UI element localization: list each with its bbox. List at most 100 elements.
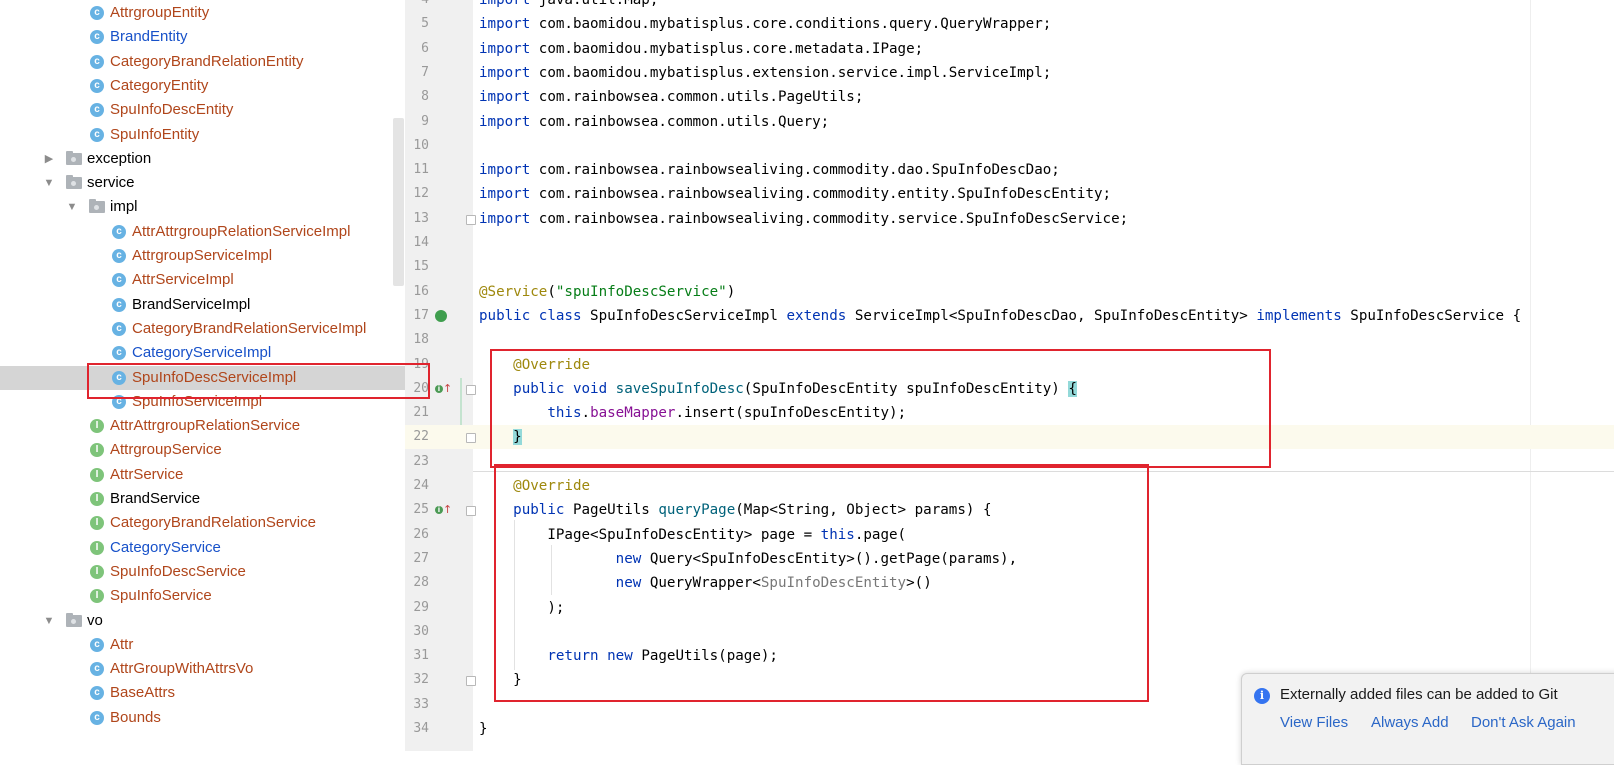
tree-item-attrservice[interactable]: I AttrService [0,463,405,487]
tree-item-spuinfoservice[interactable]: I SpuInfoService [0,584,405,608]
bean-run-icon[interactable] [435,309,447,322]
fold-marker-icon[interactable] [466,384,476,395]
code-line[interactable]: 19 @Override [405,353,1614,377]
code-line[interactable]: 30 [405,620,1614,644]
tree-item-label: BrandEntity [110,28,188,46]
code-line[interactable]: 31 return new PageUtils(page); [405,644,1614,668]
line-number: 6 [421,40,429,56]
fold-marker-icon[interactable] [466,676,476,687]
code-line[interactable]: 8 import com.rainbowsea.common.utils.Page… [405,85,1614,109]
tree-item-attrgroupentity[interactable]: c AttrgroupEntity [0,1,405,25]
code-editor[interactable]: 4 import java.util.Map; 5 import com.baomid… [405,0,1614,751]
tree-item-attr[interactable]: c Attr [0,633,405,657]
tree-item-brandentity[interactable]: c BrandEntity [0,25,405,49]
tree-item-brandservice[interactable]: I BrandService [0,487,405,511]
package-folder-icon [66,150,82,165]
code-line[interactable]: 22 } [405,425,1614,450]
implements-method-icon[interactable]: i ↑ [435,382,452,395]
tree-item-categorybrandrelationserviceimpl[interactable]: c CategoryBrandRelationServiceImpl [0,317,405,341]
tree-item-bounds[interactable]: c Bounds [0,706,405,730]
tree-item-attrattrgrouprelationservice[interactable]: I AttrAttrgroupRelationService [0,414,405,438]
tree-item-categoryentity[interactable]: c CategoryEntity [0,74,405,98]
fold-marker-icon[interactable] [466,506,476,517]
tree-item-categoryservice[interactable]: I CategoryService [0,536,405,560]
tree-item-label: SpuInfoService [110,587,212,605]
tree-item-label: Bounds [110,708,161,726]
code-line[interactable]: 5 import com.baomidou.mybatisplus.core.co… [405,12,1614,36]
line-number: 21 [413,405,429,421]
implements-method-icon[interactable]: i ↑ [435,504,452,516]
tree-item-baseattrs[interactable]: c BaseAttrs [0,681,405,705]
interface-icon: I [90,564,104,579]
code-line[interactable]: 20 i ↑ public void saveSpuInfoDesc(SpuInfo… [405,377,1614,401]
line-number: 25 [413,502,429,518]
tree-item-impl[interactable]: ▼ impl [0,195,405,219]
always-add-link[interactable]: Always Add [1371,714,1449,731]
tree-item-label: CategoryBrandRelationEntity [110,52,304,70]
dont-ask-again-link[interactable]: Don't Ask Again [1471,714,1576,731]
fold-marker-icon[interactable] [466,433,476,444]
code-line[interactable]: 6 import com.baomidou.mybatisplus.core.me… [405,37,1614,61]
tree-item-service[interactable]: ▼ service [0,171,405,195]
tree-item-label: AttrAttrgroupRelationService [110,417,301,435]
tree-item-spuinfodescserviceimpl[interactable]: c SpuInfoDescServiceImpl [0,365,405,390]
code-text: import java.util.Map; [479,0,659,8]
tree-item-attrgroupserviceimpl[interactable]: c AttrgroupServiceImpl [0,244,405,268]
tree-scrollbar[interactable] [393,118,404,286]
code-line[interactable]: 25 i ↑ public PageUtils queryPage(Map<Stri… [405,498,1614,522]
code-text: public void saveSpuInfoDesc(SpuInfoDescE… [513,380,1077,397]
code-line[interactable]: 27 new Query<SpuInfoDescEntity>().getPag… [405,547,1614,571]
expand-arrow-icon[interactable]: ▼ [65,195,79,219]
code-line[interactable]: 17 public class SpuInfoDescServiceImpl ex… [405,304,1614,328]
view-files-link[interactable]: View Files [1280,714,1348,731]
tree-item-label: SpuInfoEntity [110,125,200,143]
line-number: 16 [413,283,429,299]
tree-item-spuinfodescentity[interactable]: c SpuInfoDescEntity [0,98,405,122]
tree-item-spuinfoentity[interactable]: c SpuInfoEntity [0,123,405,147]
code-line[interactable]: 18 [405,328,1614,352]
tree-item-attrattrgrouprelationserviceimpl[interactable]: c AttrAttrgroupRelationServiceImpl [0,220,405,244]
tree-item-brandserviceimpl[interactable]: c BrandServiceImpl [0,293,405,317]
tree-item-categoryserviceimpl[interactable]: c CategoryServiceImpl [0,341,405,365]
tree-item-attrgroupwithattrsvo[interactable]: c AttrGroupWithAttrsVo [0,657,405,681]
tree-item-spuinfodescservice[interactable]: I SpuInfoDescService [0,560,405,584]
code-line[interactable]: 15 [405,255,1614,279]
git-notification-balloon[interactable]: i Externally added files can be added to… [1241,673,1614,765]
tree-item-label: AttrgroupEntity [110,4,210,21]
code-line[interactable]: 4 import java.util.Map; [405,0,1614,12]
code-line[interactable]: 11 import com.rainbowsea.rainbowsealiving… [405,158,1614,182]
code-line[interactable]: 21 this.baseMapper.insert(spuInfoDescEnt… [405,401,1614,425]
tree-item-spuinfoserviceimpl[interactable]: c SpuInfoServiceImpl [0,390,405,414]
tree-item-label: AttrGroupWithAttrsVo [110,660,254,678]
expand-arrow-icon[interactable]: ▼ [42,609,56,633]
code-line[interactable]: 24 @Override [405,474,1614,498]
tree-item-attrgroupservice[interactable]: I AttrgroupService [0,438,405,462]
code-text: import com.baomidou.mybatisplus.core.met… [479,40,924,57]
code-line[interactable]: 29 ); [405,596,1614,620]
code-line[interactable]: 23 [405,450,1614,474]
code-line[interactable]: 10 [405,134,1614,158]
code-line[interactable]: 28 new QueryWrapper<SpuInfoDescEntity>() [405,571,1614,595]
tree-item-exception[interactable]: ▶ exception [0,147,405,171]
code-line[interactable]: 13 import com.rainbowsea.rainbowsealiving… [405,207,1614,231]
tree-item-attrserviceimpl[interactable]: c AttrServiceImpl [0,268,405,292]
project-tree[interactable]: c AttrgroupEntity c BrandEntity c CategoryBra… [0,0,405,751]
code-line[interactable]: 16 @Service("spuInfoDescService") [405,280,1614,304]
code-line[interactable]: 26 IPage<SpuInfoDescEntity> page = this.… [405,523,1614,547]
tree-item-categorybrandrelationentity[interactable]: c CategoryBrandRelationEntity [0,50,405,74]
code-line[interactable]: 12 import com.rainbowsea.rainbowsealiving… [405,182,1614,206]
interface-icon: I [90,467,104,482]
package-folder-icon [89,199,105,214]
code-text: new Query<SpuInfoDescEntity>().getPage(p… [615,550,1018,567]
code-line[interactable]: 9 import com.rainbowsea.common.utils.Quer… [405,110,1614,134]
expand-arrow-icon[interactable]: ▼ [42,171,56,195]
class-icon: c [90,78,104,93]
code-line[interactable]: 7 import com.baomidou.mybatisplus.extensi… [405,61,1614,85]
collapse-arrow-icon[interactable]: ▶ [42,147,56,171]
tree-item-categorybrandrelationservice[interactable]: I CategoryBrandRelationService [0,511,405,535]
tree-item-vo[interactable]: ▼ vo [0,609,405,633]
tree-item-label: exception [87,149,152,167]
tree-item-label: AttrService [110,465,184,483]
fold-marker-icon[interactable] [466,214,476,225]
code-line[interactable]: 14 [405,231,1614,255]
